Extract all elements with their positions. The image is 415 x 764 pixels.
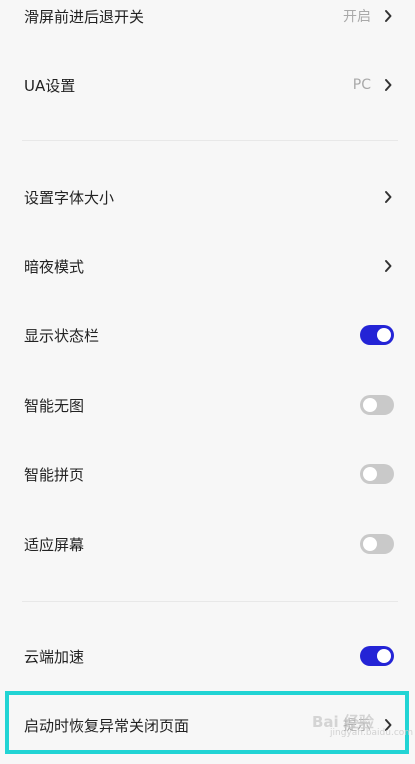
toggle-knob [363,467,377,481]
fit-screen-toggle[interactable] [360,534,394,554]
setting-label: 启动时恢复异常关闭页面 [24,716,190,735]
toggle-knob [377,328,391,342]
smart-no-image-toggle[interactable] [360,395,394,415]
setting-label: 显示状态栏 [24,326,100,345]
cloud-accel-toggle[interactable] [360,646,394,666]
status-bar-toggle[interactable] [360,325,394,345]
setting-label: 适应屏幕 [24,535,85,554]
settings-screen: 滑屏前进后退开关 开启 UA设置 PC 设置字体大小 暗夜模式 显示状态栏 智能… [0,0,415,764]
setting-value: PC [352,77,371,93]
section-divider [22,601,398,602]
chevron-right-icon [385,260,392,272]
chevron-right-icon [385,10,392,22]
setting-label: 暗夜模式 [24,257,85,276]
setting-label: 设置字体大小 [24,188,115,207]
setting-font-size[interactable]: 设置字体大小 [0,177,415,217]
section-divider [22,140,398,141]
setting-label: 智能拼页 [24,465,85,484]
smart-page-join-toggle[interactable] [360,464,394,484]
setting-label: 智能无图 [24,396,85,415]
setting-cloud-accel: 云端加速 [0,636,415,676]
setting-ua[interactable]: UA设置 PC [0,65,415,105]
chevron-right-icon [385,79,392,91]
setting-value: 开启 [343,9,371,25]
toggle-knob [377,649,391,663]
setting-label: 滑屏前进后退开关 [24,7,145,26]
toggle-knob [363,398,377,412]
chevron-right-icon [385,191,392,203]
setting-label: 云端加速 [24,647,85,666]
setting-label: UA设置 [24,76,76,95]
watermark-url: jingyan.baidu.com [330,728,414,738]
setting-smart-no-image: 智能无图 [0,385,415,425]
setting-swipe-navigation[interactable]: 滑屏前进后退开关 开启 [0,0,415,36]
setting-status-bar: 显示状态栏 [0,315,415,355]
setting-smart-page-join: 智能拼页 [0,454,415,494]
setting-night-mode[interactable]: 暗夜模式 [0,246,415,286]
setting-fit-screen: 适应屏幕 [0,524,415,564]
toggle-knob [363,537,377,551]
